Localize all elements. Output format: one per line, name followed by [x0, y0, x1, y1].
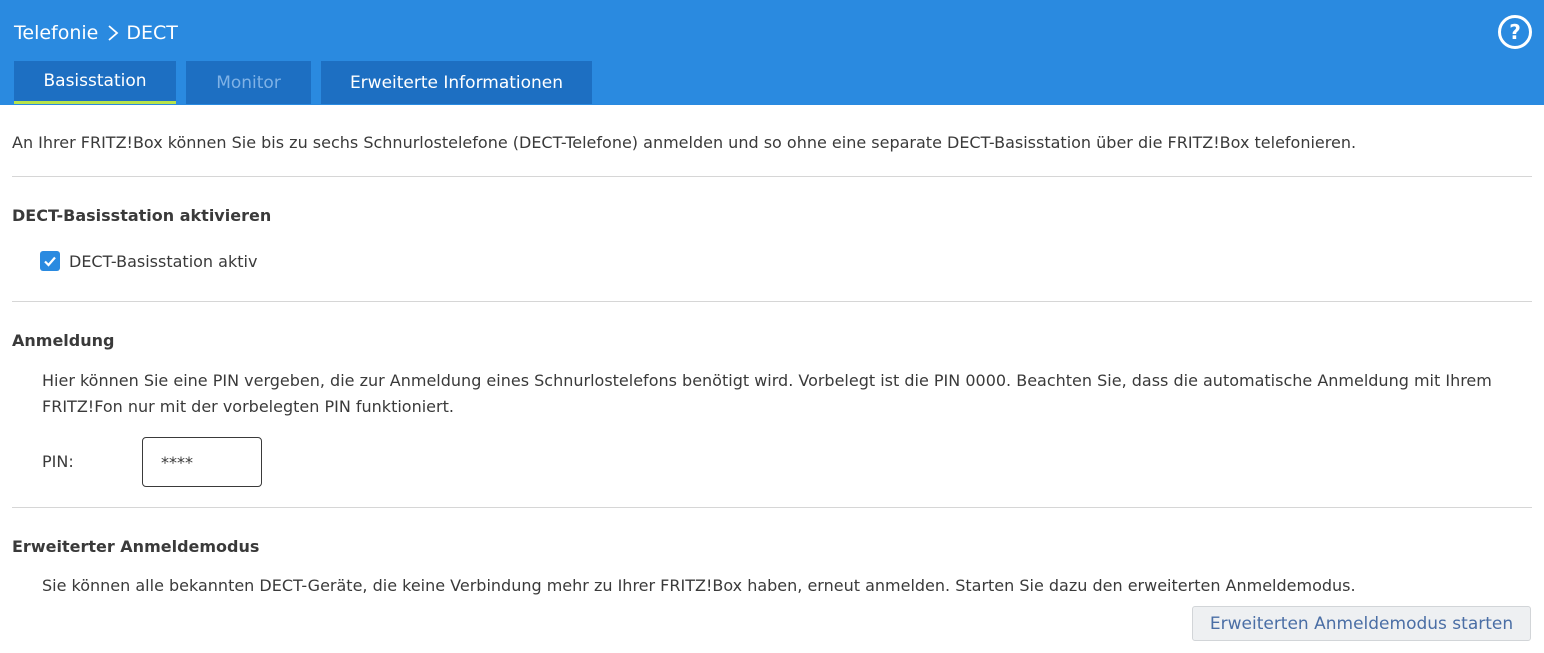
tab-monitor[interactable]: Monitor — [186, 61, 311, 104]
dect-active-checkbox-row[interactable]: DECT-Basisstation aktiv — [40, 251, 257, 271]
page-header: Telefonie DECT ? Basisstation Monitor Er… — [0, 0, 1544, 105]
extended-description: Sie können alle bekannten DECT-Geräte, d… — [42, 576, 1356, 595]
chevron-right-icon — [108, 25, 119, 41]
help-icon[interactable]: ? — [1498, 15, 1532, 49]
intro-text: An Ihrer FRITZ!Box können Sie bis zu sec… — [12, 133, 1357, 152]
registration-description: Hier können Sie eine PIN vergeben, die z… — [42, 371, 1492, 416]
breadcrumb-item-dect: DECT — [126, 22, 178, 44]
checkmark-icon — [44, 256, 56, 267]
section-title-extended: Erweiterter Anmeldemodus — [12, 537, 260, 556]
section-title-activate: DECT-Basisstation aktivieren — [12, 206, 272, 225]
dect-active-checkbox[interactable] — [40, 251, 60, 271]
tab-erweiterte-informationen[interactable]: Erweiterte Informationen — [321, 61, 592, 104]
divider — [12, 301, 1532, 302]
tab-basisstation[interactable]: Basisstation — [14, 61, 176, 104]
pin-input[interactable] — [142, 437, 262, 487]
breadcrumb-item-telefonie[interactable]: Telefonie — [14, 22, 98, 44]
divider — [12, 507, 1532, 508]
pin-label: PIN: — [42, 452, 74, 471]
divider — [12, 176, 1532, 177]
section-title-registration: Anmeldung — [12, 331, 115, 350]
dect-active-label: DECT-Basisstation aktiv — [69, 251, 258, 271]
breadcrumb: Telefonie DECT — [14, 20, 178, 46]
start-extended-mode-button[interactable]: Erweiterten Anmeldemodus starten — [1192, 606, 1531, 641]
